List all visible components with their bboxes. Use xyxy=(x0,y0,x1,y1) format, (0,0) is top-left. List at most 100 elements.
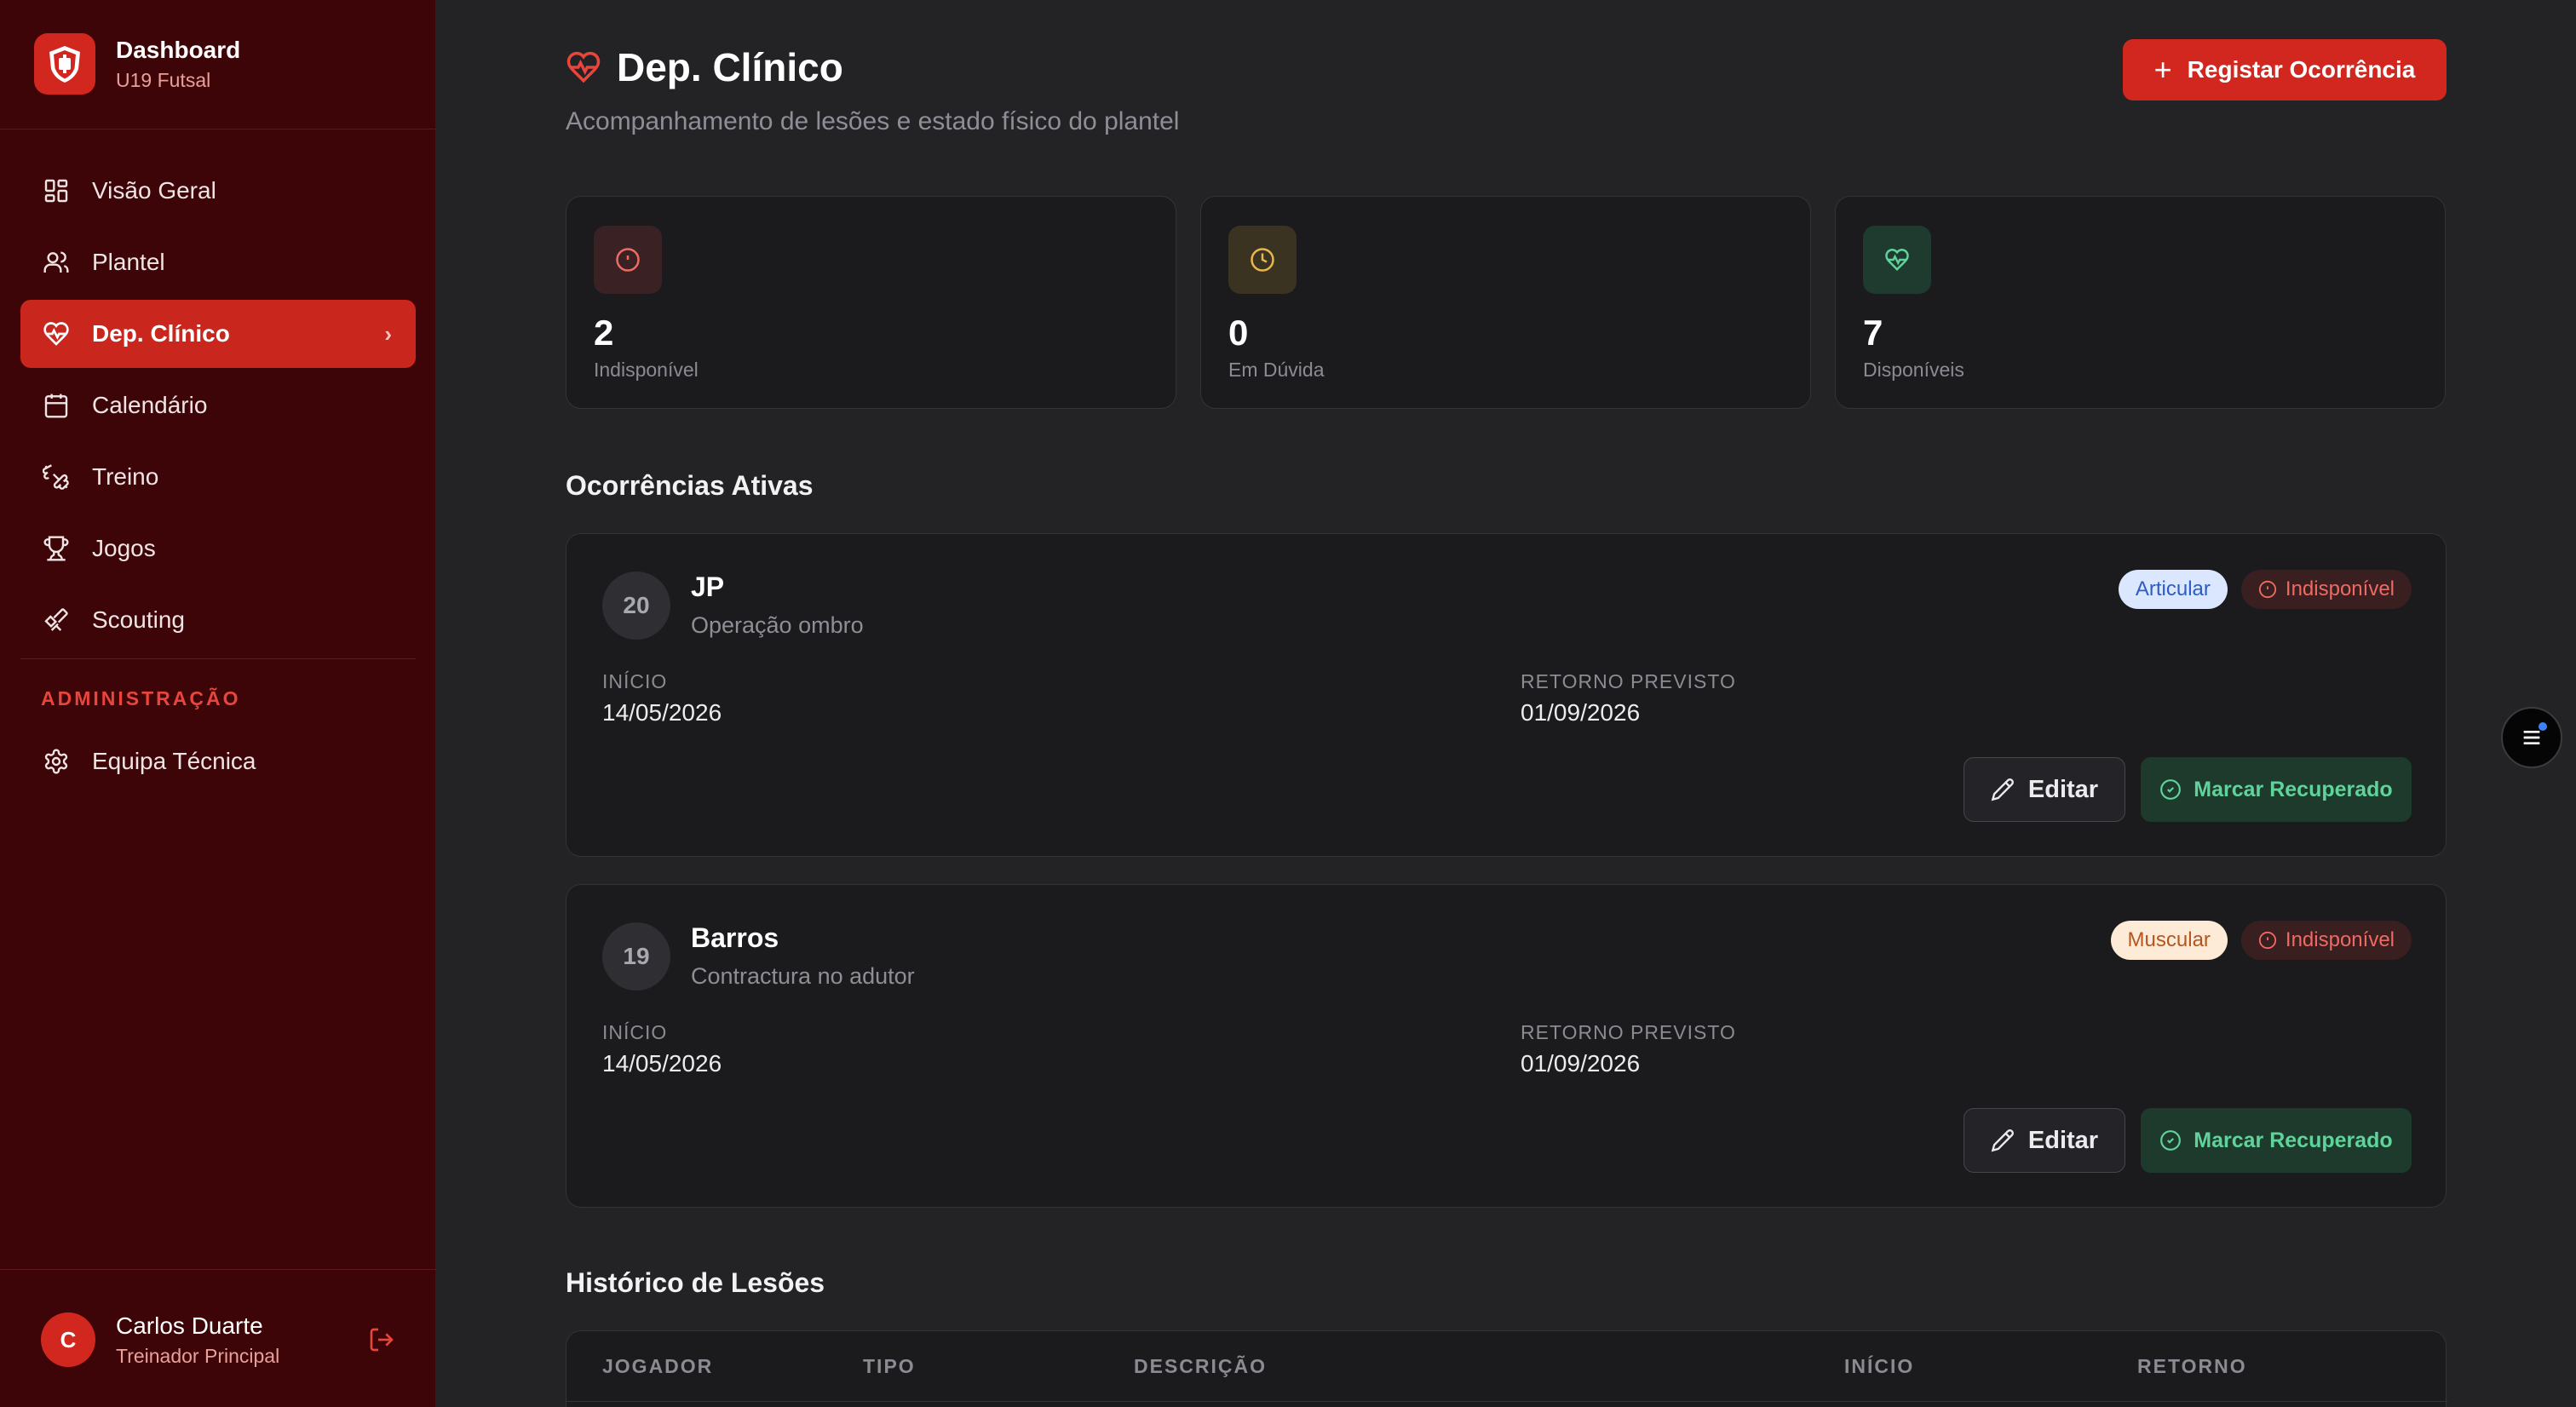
status-badge-label: Indisponível xyxy=(2285,577,2395,600)
stat-card-available: 7 Disponíveis xyxy=(1835,196,2446,409)
status-badge: Indisponível xyxy=(2240,570,2412,609)
sidebar-item-visao-geral[interactable]: Visão Geral xyxy=(20,157,416,225)
return-date: 01/09/2026 xyxy=(1521,1050,1641,1077)
clock-icon xyxy=(1228,226,1297,294)
floating-menu-button[interactable] xyxy=(2501,707,2562,768)
logout-icon[interactable] xyxy=(365,1323,399,1357)
status-badge-label: Indisponível xyxy=(2285,928,2395,951)
sidebar: Dashboard U19 Futsal Visão Geral Plantel… xyxy=(0,0,436,1407)
user-name: Carlos Duarte xyxy=(116,1312,263,1339)
injury-history-table: JOGADOR TIPO DESCRIÇÃO INÍCIO RETORNO xyxy=(566,1330,2447,1407)
sidebar-item-label: Visão Geral xyxy=(92,177,216,204)
start-label: INÍCIO xyxy=(602,1021,668,1043)
status-badge: Indisponível xyxy=(2240,921,2412,960)
plus-icon: + xyxy=(2153,52,2172,87)
mark-recovered-button[interactable]: Marcar Recuperado xyxy=(2141,757,2412,822)
start-date: 14/05/2026 xyxy=(602,1050,722,1077)
sidebar-item-calendario[interactable]: Calendário xyxy=(20,371,416,439)
calendar-icon xyxy=(41,390,72,421)
stat-card-unavailable: 2 Indisponível xyxy=(566,196,1176,409)
pencil-icon xyxy=(1991,1128,2015,1152)
sidebar-item-label: Treino xyxy=(92,463,159,490)
start-date: 14/05/2026 xyxy=(602,699,722,726)
card-actions: Editar Marcar Recuperado xyxy=(1964,757,2412,822)
return-label: RETORNO PREVISTO xyxy=(1521,1021,1736,1043)
column-header[interactable]: JOGADOR xyxy=(602,1355,713,1378)
column-header[interactable]: RETORNO xyxy=(2137,1355,2247,1378)
tag-group: Muscular Indisponível xyxy=(2110,921,2412,960)
heart-pulse-icon xyxy=(41,319,72,349)
register-occurrence-label: Registar Ocorrência xyxy=(2187,56,2416,83)
player-number: 20 xyxy=(602,571,670,640)
chevron-right-icon: › xyxy=(384,320,392,347)
edit-button-label: Editar xyxy=(2027,775,2099,803)
sidebar-item-label: Scouting xyxy=(92,606,185,633)
sidebar-item-equipa-tecnica[interactable]: Equipa Técnica xyxy=(20,727,416,795)
injury-history-title: Histórico de Lesões xyxy=(566,1267,825,1298)
page-title: Dep. Clínico xyxy=(617,45,843,89)
check-circle-icon xyxy=(2159,1129,2182,1151)
sidebar-item-label: Calendário xyxy=(92,392,208,418)
alert-circle-icon xyxy=(2258,580,2277,599)
sidebar-item-plantel[interactable]: Plantel xyxy=(20,228,416,296)
gear-icon xyxy=(41,746,72,777)
edit-button[interactable]: Editar xyxy=(1964,757,2125,822)
start-label: INÍCIO xyxy=(602,670,668,692)
page-header: Dep. Clínico Acompanhamento de lesões e … xyxy=(566,39,2447,141)
sidebar-item-label: Plantel xyxy=(92,249,165,275)
player-name: Barros xyxy=(691,922,779,953)
stat-label: Indisponível xyxy=(594,359,699,381)
sidebar-item-label: Equipa Técnica xyxy=(92,748,256,774)
card-actions: Editar Marcar Recuperado xyxy=(1964,1108,2412,1173)
brand-subtitle: U19 Futsal xyxy=(116,68,211,91)
player-number: 19 xyxy=(602,922,670,991)
grid-icon xyxy=(41,175,72,206)
sidebar-item-label: Jogos xyxy=(92,535,156,561)
brand[interactable]: Dashboard U19 Futsal xyxy=(34,31,240,97)
heart-pulse-icon xyxy=(1863,226,1931,294)
sidebar-item-jogos[interactable]: Jogos xyxy=(20,514,416,583)
mark-recovered-label: Marcar Recuperado xyxy=(2194,777,2393,801)
brand-title: Dashboard xyxy=(116,36,241,63)
sidebar-item-label: Dep. Clínico xyxy=(92,320,230,347)
stats-row: 2 Indisponível 0 Em Dúvida 7 Disponíveis xyxy=(566,196,2447,409)
sidebar-nav: Visão Geral Plantel Dep. Clínico › Calen… xyxy=(20,157,416,658)
dumbbell-icon xyxy=(41,462,72,492)
user-profile[interactable]: C Carlos Duarte Treinador Principal xyxy=(41,1310,399,1370)
page-title-row: Dep. Clínico xyxy=(566,44,843,90)
sidebar-item-treino[interactable]: Treino xyxy=(20,443,416,511)
column-header[interactable]: TIPO xyxy=(863,1355,916,1378)
pencil-icon xyxy=(1991,778,2015,801)
users-icon xyxy=(41,247,72,278)
heart-pulse-icon xyxy=(566,49,601,85)
stat-value: 7 xyxy=(1863,313,1883,353)
mark-recovered-button[interactable]: Marcar Recuperado xyxy=(2141,1108,2412,1173)
table-header-divider xyxy=(566,1401,2447,1402)
user-role: Treinador Principal xyxy=(116,1344,280,1367)
tag-group: Articular Indisponível xyxy=(2118,570,2412,609)
column-header[interactable]: INÍCIO xyxy=(1844,1355,1914,1378)
occurrence-card: 20 JP Operação ombro Articular Indisponí… xyxy=(566,533,2447,857)
notification-dot xyxy=(2539,722,2547,731)
register-occurrence-button[interactable]: + Registar Ocorrência xyxy=(2123,39,2447,100)
admin-nav: Equipa Técnica xyxy=(20,727,416,799)
occurrence-card: 19 Barros Contractura no adutor Muscular… xyxy=(566,884,2447,1208)
return-date: 01/09/2026 xyxy=(1521,699,1641,726)
sidebar-divider xyxy=(20,658,416,659)
sidebar-item-scouting[interactable]: Scouting xyxy=(20,586,416,654)
sidebar-item-dep-clinico[interactable]: Dep. Clínico › xyxy=(20,300,416,368)
edit-button[interactable]: Editar xyxy=(1964,1108,2125,1173)
active-occurrences-title: Ocorrências Ativas xyxy=(566,470,814,501)
edit-button-label: Editar xyxy=(2027,1126,2099,1154)
trophy-icon xyxy=(41,533,72,564)
column-header[interactable]: DESCRIÇÃO xyxy=(1134,1355,1267,1378)
return-label: RETORNO PREVISTO xyxy=(1521,670,1736,692)
stat-value: 2 xyxy=(594,313,614,353)
alert-circle-icon xyxy=(2258,931,2277,950)
mark-recovered-label: Marcar Recuperado xyxy=(2194,1128,2393,1152)
injury-type-badge: Muscular xyxy=(2110,921,2228,960)
page-subtitle: Acompanhamento de lesões e estado físico… xyxy=(566,107,1180,135)
injury-description: Operação ombro xyxy=(691,612,864,638)
telescope-icon xyxy=(41,605,72,635)
player-name: JP xyxy=(691,571,725,602)
